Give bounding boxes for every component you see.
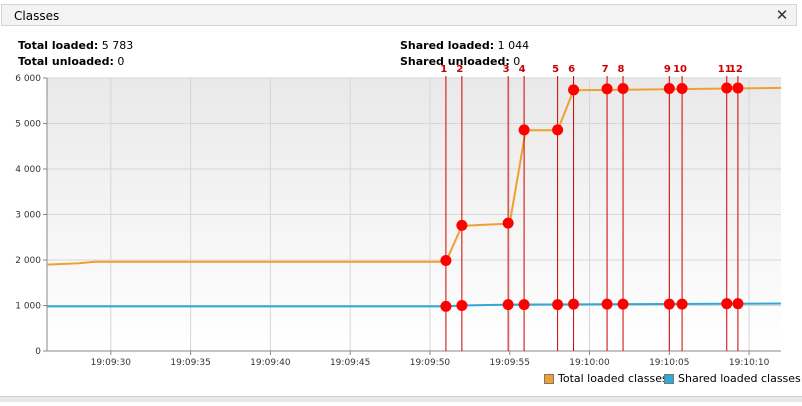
annotation-total-point	[552, 124, 564, 136]
annotation-shared-point	[676, 298, 688, 310]
annotation-total-point	[732, 82, 744, 94]
x-tick-label: 19:09:30	[91, 358, 132, 368]
x-tick-label: 19:09:55	[490, 358, 530, 368]
annotation-shared-point	[617, 298, 629, 310]
annotation-shared-point	[518, 299, 530, 311]
annotation-shared-point	[601, 298, 613, 310]
annotation-total-point	[601, 83, 613, 95]
annotation-total-point	[456, 219, 468, 231]
x-tick-label: 19:10:10	[729, 358, 770, 368]
x-tick-label: 19:09:45	[330, 358, 370, 368]
bottom-strip	[0, 396, 802, 402]
annotation-shared-point	[440, 300, 452, 312]
annotation-label: 4	[519, 64, 526, 75]
legend-total-label: Total loaded classes	[558, 372, 668, 385]
annotation-shared-point	[552, 299, 564, 311]
annotation-label: 3	[503, 64, 510, 75]
annotation-total-point	[568, 84, 580, 96]
annotation-label: 12	[729, 64, 743, 75]
y-tick-label: 5 000	[15, 120, 41, 130]
annotation-shared-point	[732, 298, 744, 310]
y-tick-label: 3 000	[15, 211, 41, 221]
annotation-shared-point	[568, 298, 580, 310]
annotation-label: 8	[618, 64, 625, 75]
legend-shared-swatch	[664, 374, 674, 384]
legend-shared: Shared loaded classes	[664, 372, 801, 386]
annotation-label: 9	[664, 64, 671, 75]
annotation-shared-point	[502, 299, 514, 311]
annotation-label: 1	[440, 64, 447, 75]
x-tick-label: 19:10:05	[649, 358, 689, 368]
annotation-label: 10	[673, 64, 687, 75]
annotation-total-point	[663, 82, 675, 94]
annotation-label: 7	[602, 64, 609, 75]
annotation-total-point	[721, 82, 733, 94]
y-tick-label: 0	[35, 347, 41, 357]
y-tick-label: 4 000	[15, 165, 41, 175]
annotation-total-point	[440, 254, 452, 266]
annotation-shared-point	[721, 298, 733, 310]
x-tick-label: 19:09:35	[170, 358, 210, 368]
annotation-total-point	[502, 217, 514, 229]
x-tick-label: 19:10:00	[569, 358, 610, 368]
y-tick-label: 2 000	[15, 256, 41, 266]
annotation-label: 6	[568, 64, 575, 75]
annotation-total-point	[676, 82, 688, 94]
x-tick-label: 19:09:40	[250, 358, 291, 368]
legend-total-swatch	[544, 374, 554, 384]
x-tick-label: 19:09:50	[410, 358, 451, 368]
classes-chart-area: 0 1 000 2 000 3 000 4 000 5 000 6 000 19:09:30 1…	[0, 0, 802, 402]
annotation-total-point	[617, 82, 629, 94]
legend-total: Total loaded classes	[544, 372, 668, 386]
y-tick-label: 1 000	[15, 302, 41, 312]
classes-window: Classes ✕ Total loaded: 5 783 Total unlo…	[0, 0, 802, 402]
annotation-shared-point	[663, 298, 675, 310]
annotation-total-point	[518, 124, 530, 136]
y-tick-label: 6 000	[15, 74, 41, 84]
annotation-label: 5	[552, 64, 559, 75]
classes-chart: 0 1 000 2 000 3 000 4 000 5 000 6 000 19:09:30 1…	[15, 64, 782, 368]
legend-shared-label: Shared loaded classes	[678, 372, 801, 385]
annotation-shared-point	[456, 300, 468, 311]
annotation-label: 2	[456, 64, 463, 75]
